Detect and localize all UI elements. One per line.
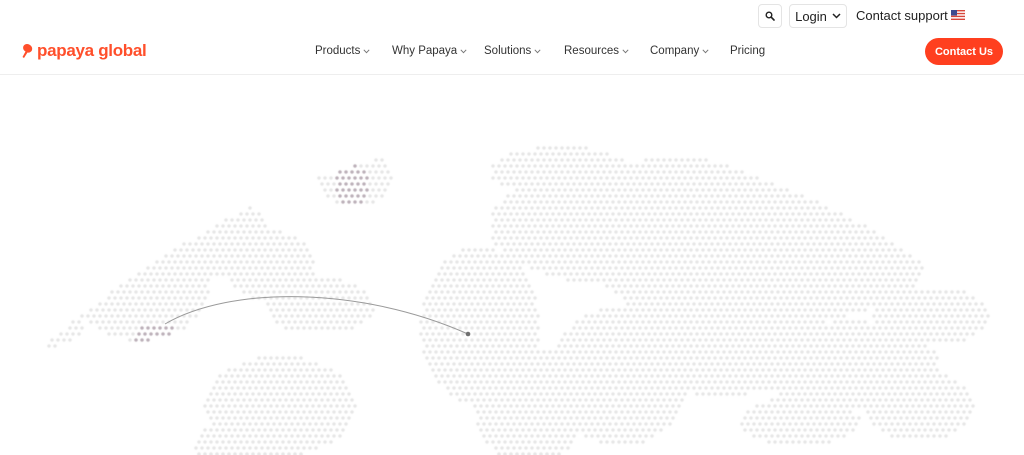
connection-arc-layer: [164, 296, 471, 337]
search-icon: [765, 11, 775, 21]
chevron-down-icon: [534, 48, 541, 53]
chevron-down-icon: [460, 48, 467, 53]
main-navbar: papaya global Products Why Papaya Soluti…: [0, 32, 1024, 75]
contact-us-button[interactable]: Contact Us: [925, 38, 1003, 65]
login-label: Login: [795, 8, 827, 24]
chevron-down-icon: [363, 48, 370, 53]
nav-label: Solutions: [484, 45, 532, 57]
nav-item-company[interactable]: Company: [650, 45, 709, 57]
arc-endpoint-dot: [465, 331, 471, 337]
us-flag-icon[interactable]: [951, 10, 965, 20]
connection-arc: [164, 296, 469, 335]
nav-item-resources[interactable]: Resources: [564, 45, 629, 57]
logo-text: papaya global: [37, 41, 147, 60]
nav-item-why-papaya[interactable]: Why Papaya: [392, 45, 467, 57]
login-button[interactable]: Login: [789, 4, 847, 28]
search-button[interactable]: [758, 4, 782, 28]
nav-label: Resources: [564, 45, 619, 57]
papaya-global-logo[interactable]: papaya global: [20, 41, 147, 61]
nav-label: Products: [315, 45, 361, 57]
nav-label: Pricing: [730, 45, 766, 57]
nav-item-solutions[interactable]: Solutions: [484, 45, 541, 57]
chevron-down-icon: [622, 48, 629, 53]
nav-label: Company: [650, 45, 700, 57]
papaya-logo-icon: [22, 44, 33, 58]
chevron-down-icon: [832, 13, 841, 19]
chevron-down-icon: [702, 48, 709, 53]
nav-item-pricing[interactable]: Pricing: [730, 45, 765, 57]
nav-item-products[interactable]: Products: [315, 45, 370, 57]
contact-support-link[interactable]: Contact support: [856, 8, 948, 23]
utility-bar: Login Contact support: [0, 0, 1024, 32]
nav-label: Why Papaya: [392, 45, 458, 57]
hero-section: [0, 76, 1024, 455]
